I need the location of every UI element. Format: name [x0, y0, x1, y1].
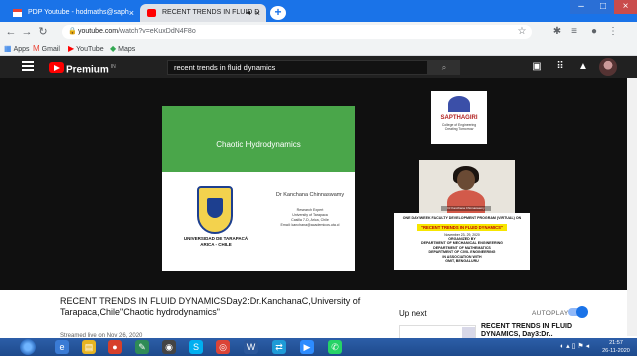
- gmail-icon: M: [33, 44, 40, 53]
- tab-gmail[interactable]: PDP Youtube - hodmaths@saph ×: [6, 4, 140, 22]
- minimize-button[interactable]: –: [570, 0, 592, 14]
- youtube-header: Premium IN recent trends in fluid dynamic…: [0, 56, 637, 78]
- address-bar[interactable]: 🔒 youtube.com/watch?v=eKuxDdN4F8o: [62, 25, 532, 39]
- maximize-button[interactable]: □: [592, 0, 614, 14]
- start-button[interactable]: [20, 339, 36, 355]
- youtube-icon: ▶: [68, 44, 75, 53]
- paint-icon[interactable]: ✎: [135, 340, 149, 354]
- avatar[interactable]: [599, 58, 617, 76]
- tab-label: RECENT TRENDS IN FLUID D: [162, 9, 260, 16]
- create-video-icon[interactable]: ▣: [530, 60, 544, 74]
- word-icon[interactable]: W: [244, 340, 258, 354]
- tab-label: PDP Youtube - hodmaths@saph: [28, 9, 129, 16]
- whatsapp-icon[interactable]: ✆: [328, 340, 342, 354]
- chrome-icon[interactable]: ◎: [216, 340, 230, 354]
- slide-header-band: [162, 106, 355, 172]
- presentation-slide: Chaotic Hydrodynamics UNIVERSIDAD DE TAR…: [162, 106, 355, 271]
- playlist-icon[interactable]: ≡: [567, 25, 581, 39]
- video-title: RECENT TRENDS IN FLUID DYNAMICSDay2:Dr.K…: [60, 296, 361, 317]
- close-window-button[interactable]: ×: [614, 0, 637, 14]
- university-name: UNIVERSIDAD DE TARAPACÁ ARICA - CHILE: [183, 236, 249, 247]
- clock[interactable]: 21:57 26-11-2020: [598, 339, 634, 355]
- new-tab-button[interactable]: +: [270, 6, 286, 20]
- gmail-icon: [13, 9, 22, 17]
- webcam-caption: Dr Kanchana Chinnaswamy: [441, 206, 491, 211]
- youtube-logo-icon[interactable]: [49, 62, 64, 73]
- skype-icon[interactable]: S: [189, 340, 203, 354]
- search-icon: ⌕: [441, 63, 447, 72]
- event-poster: ONE DAY/WEEK FACULTY DEVELOPMENT PROGRAM…: [394, 213, 530, 270]
- speaker-info: Research Expert University of Tarapaca C…: [280, 208, 340, 227]
- teamviewer-icon[interactable]: ⇄: [272, 340, 286, 354]
- apps-icon: ▦: [4, 44, 12, 53]
- zoom-icon[interactable]: ▶: [300, 340, 314, 354]
- next-video-title[interactable]: RECENT TRENDS IN FLUID DYNAMICS, Day3:Dr…: [481, 323, 581, 339]
- autoplay-label: AUTOPLAY: [532, 310, 569, 317]
- folder-icon[interactable]: ▤: [82, 340, 96, 354]
- poster-title: "RECENT TRENDS IN FLUID DYNAMICS": [417, 223, 507, 231]
- profile-icon[interactable]: ●: [587, 25, 601, 39]
- bookmark-apps[interactable]: ▦ Apps: [4, 42, 30, 57]
- browser-toolbar: ← → ↻ 🔒 youtube.com/watch?v=eKuxDdN4F8o ☆…: [0, 22, 637, 42]
- star-icon[interactable]: ☆: [515, 25, 529, 39]
- bookmark-gmail[interactable]: M Gmail: [33, 42, 60, 57]
- system-tray[interactable]: ◐ ▴ ▯ ⚑ ◂: [560, 342, 589, 350]
- tab-strip: PDP Youtube - hodmaths@saph × RECENT TRE…: [0, 0, 637, 22]
- tab-youtube[interactable]: RECENT TRENDS IN FLUID D ◂ ×: [140, 4, 266, 22]
- forward-button[interactable]: →: [20, 25, 34, 39]
- app-icon[interactable]: ◉: [162, 340, 176, 354]
- lock-icon: 🔒: [68, 28, 77, 35]
- notifications-bell-icon[interactable]: ▲: [576, 60, 590, 74]
- reload-button[interactable]: ↻: [36, 25, 50, 39]
- autoplay-toggle[interactable]: [568, 306, 588, 318]
- speaker-icon[interactable]: ◂: [246, 4, 250, 22]
- speaker-webcam: Dr Kanchana Chinnaswamy: [419, 160, 515, 214]
- bookmark-youtube[interactable]: ▶ YouTube: [68, 42, 104, 57]
- maps-icon: ◆: [110, 44, 117, 53]
- apps-grid-icon[interactable]: ⠿: [553, 60, 567, 74]
- youtube-icon: [147, 9, 156, 17]
- close-icon[interactable]: ×: [129, 4, 134, 22]
- college-emblem-icon: [448, 96, 470, 112]
- premium-logo[interactable]: Premium IN: [66, 60, 116, 77]
- menu-icon[interactable]: ⋮: [606, 25, 620, 39]
- close-icon[interactable]: ×: [255, 4, 260, 22]
- media-player-icon[interactable]: ●: [108, 340, 122, 354]
- speaker-name: Dr Kanchana Chinnaswamy: [275, 192, 345, 198]
- bookmark-maps[interactable]: ◆ Maps: [110, 42, 135, 57]
- url-path: /watch?v=eKuxDdN4F8o: [118, 28, 196, 35]
- page-scrollbar[interactable]: [627, 78, 637, 336]
- video-player[interactable]: Chaotic Hydrodynamics UNIVERSIDAD DE TAR…: [0, 78, 637, 290]
- university-seal-icon: [197, 186, 233, 234]
- url-host: youtube.com: [78, 28, 119, 35]
- bookmarks-bar: ▦ Apps M Gmail ▶ YouTube ◆ Maps: [0, 42, 637, 56]
- back-button[interactable]: ←: [4, 25, 18, 39]
- up-next-heading: Up next: [399, 309, 427, 318]
- search-button[interactable]: ⌕: [428, 60, 460, 75]
- extension-icon[interactable]: ✱: [550, 25, 564, 39]
- college-logo: SAPTHAGIRI College of Engineering Creati…: [431, 91, 487, 144]
- windows-taskbar: e ▤ ● ✎ ◉ S ◎ W ⇄ ▶ ✆ ◐ ▴ ▯ ⚑ ◂ 21:57 26…: [0, 338, 637, 356]
- ie-icon[interactable]: e: [55, 340, 69, 354]
- search-input[interactable]: recent trends in fluid dynamics: [167, 60, 428, 75]
- slide-title: Chaotic Hydrodynamics: [216, 140, 301, 149]
- hamburger-menu-icon[interactable]: [22, 61, 34, 71]
